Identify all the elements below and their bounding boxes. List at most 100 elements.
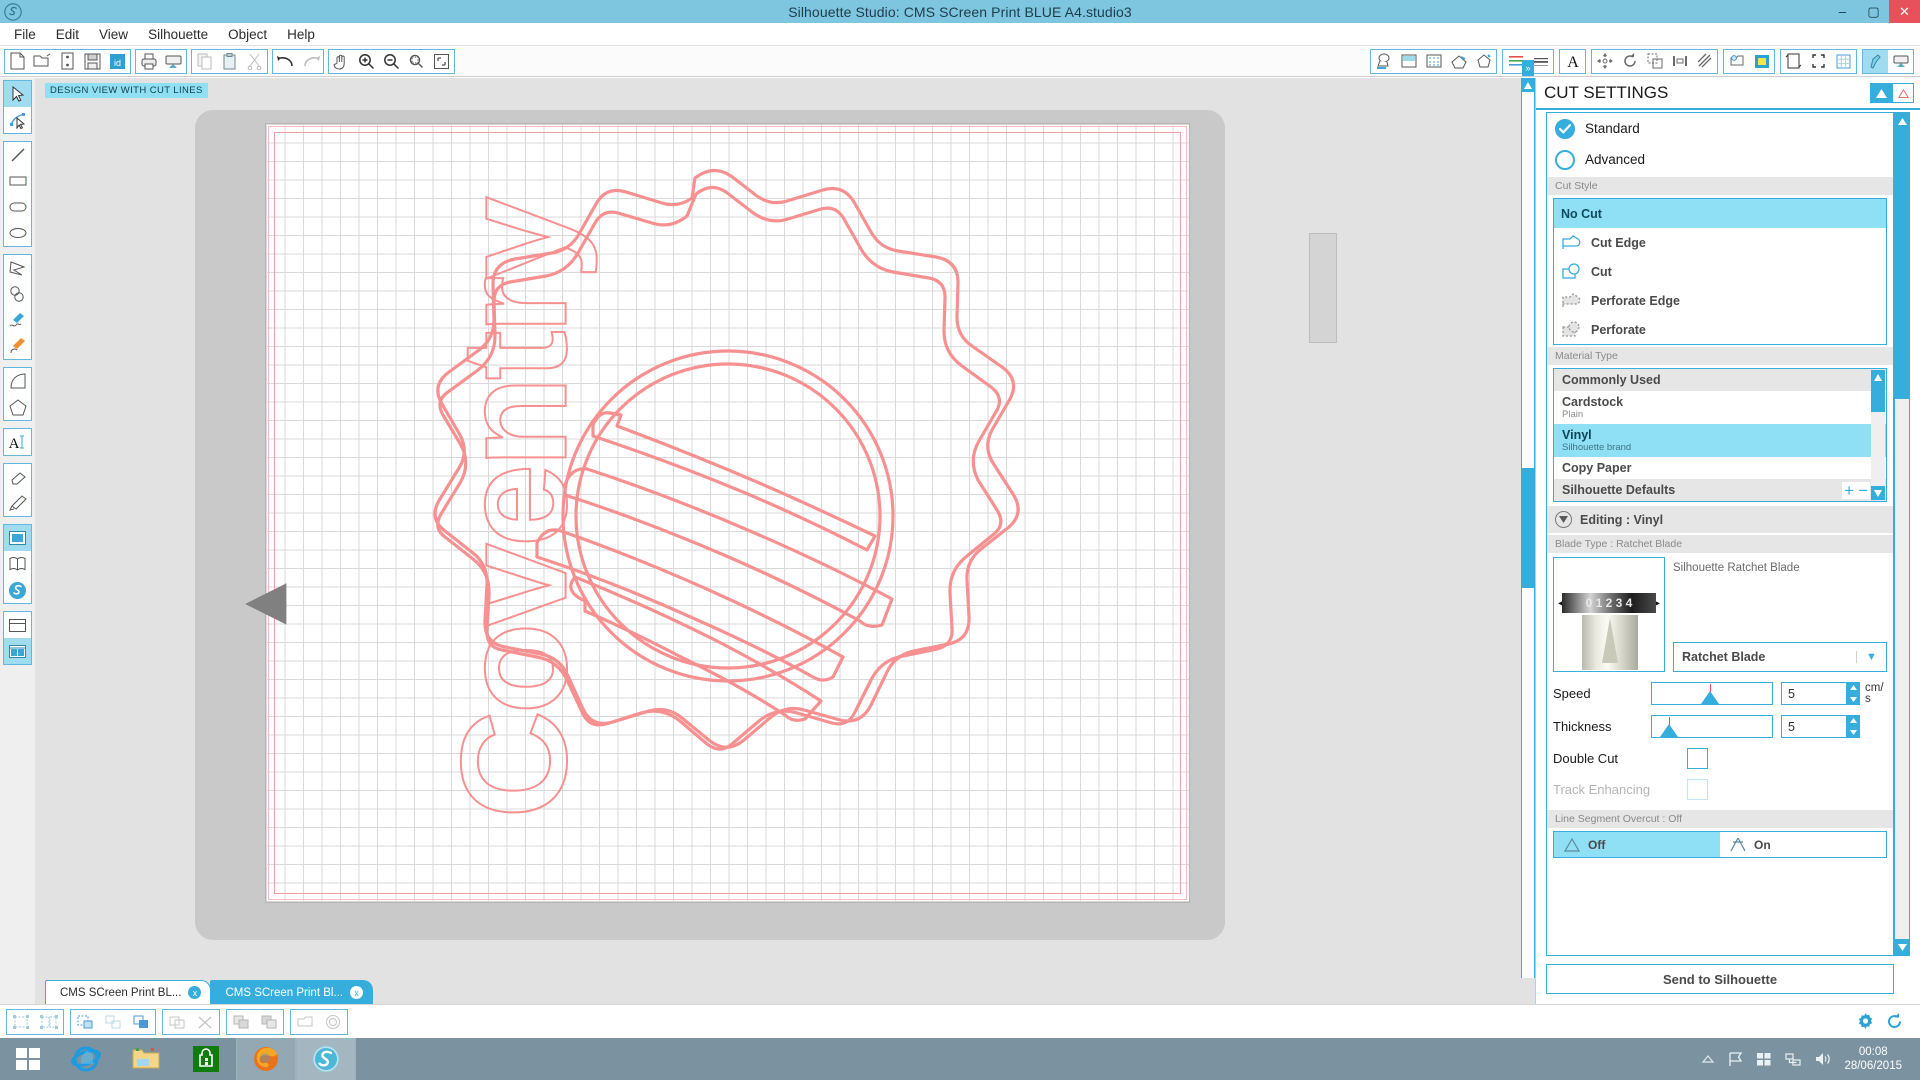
save-as-id-icon[interactable]: id (105, 50, 130, 73)
material-option-copy-paper[interactable]: Copy Paper (1554, 457, 1886, 479)
menu-object[interactable]: Object (218, 25, 277, 44)
page-setup-icon[interactable] (1781, 50, 1806, 73)
material-list-scrollbar[interactable] (1871, 370, 1885, 500)
send-backward-icon[interactable] (227, 1010, 255, 1034)
panel-scroll-thumb[interactable] (1895, 129, 1909, 399)
taskbar-clock[interactable]: 00:08 28/06/2015 (1844, 1045, 1910, 1073)
pan-hand-icon[interactable] (329, 50, 354, 73)
add-material-button[interactable]: + (1844, 482, 1854, 499)
blade-type-select[interactable]: Ratchet Blade ▼ (1673, 642, 1887, 672)
text-tool[interactable]: A (4, 429, 31, 455)
single-view-tool[interactable] (4, 612, 31, 638)
windows-store-icon[interactable] (176, 1038, 236, 1080)
advanced-radio[interactable] (1555, 150, 1575, 170)
rounded-rectangle-tool[interactable] (4, 194, 31, 220)
zoom-in-icon[interactable] (354, 50, 379, 73)
edit-points-tool[interactable] (4, 107, 31, 133)
zoom-out-icon[interactable] (379, 50, 404, 73)
paste-icon[interactable] (217, 50, 242, 73)
thickness-slider[interactable] (1651, 715, 1773, 738)
bring-to-front-icon[interactable] (127, 1010, 155, 1034)
transform-icon[interactable] (1592, 50, 1617, 73)
rotate-icon[interactable] (1617, 50, 1642, 73)
split-view-tool[interactable] (4, 638, 31, 664)
registration-marks-icon[interactable] (1806, 50, 1831, 73)
grid-icon[interactable] (1831, 50, 1856, 73)
knife-tool[interactable] (4, 490, 31, 516)
overcut-on-option[interactable]: On (1720, 832, 1886, 857)
vertical-scroll-thumb[interactable] (1522, 468, 1534, 588)
speed-slider[interactable] (1651, 682, 1773, 705)
thickness-increment-button[interactable] (1847, 715, 1860, 727)
smooth-freehand-tool[interactable] (4, 333, 31, 359)
design-page-tool[interactable] (4, 525, 31, 551)
menu-view[interactable]: View (89, 25, 138, 44)
align-icon[interactable] (1667, 50, 1692, 73)
document-tab-1-close-icon[interactable]: x (188, 986, 201, 999)
speed-spinner[interactable] (1847, 682, 1860, 705)
send-to-back-icon[interactable] (255, 1010, 283, 1034)
modify-icon[interactable] (1692, 50, 1717, 73)
volume-icon[interactable] (1814, 1051, 1831, 1067)
menu-edit[interactable]: Edit (46, 25, 89, 44)
line-color-icon[interactable] (1446, 50, 1471, 73)
fit-to-window-icon[interactable] (429, 50, 454, 73)
windows-start-icon[interactable] (0, 1038, 56, 1080)
store-tool[interactable] (4, 577, 31, 603)
remove-material-button[interactable]: − (1858, 482, 1868, 499)
cut-style-option-perforate[interactable]: Perforate (1554, 315, 1886, 344)
send-to-silhouette-icon[interactable] (161, 50, 186, 73)
chevron-down-icon[interactable]: ▼ (1856, 651, 1886, 663)
weld-icon[interactable] (163, 1010, 191, 1034)
line-tool[interactable] (4, 142, 31, 168)
new-document-icon[interactable] (5, 50, 30, 73)
trace-icon[interactable] (1749, 50, 1774, 73)
open-document-icon[interactable] (30, 50, 55, 73)
panel-vertical-scrollbar[interactable] (1894, 112, 1910, 956)
detach-panel-button[interactable] (1892, 83, 1914, 103)
internal-offset-icon[interactable] (319, 1010, 347, 1034)
collapse-right-panel-button[interactable]: » (1522, 60, 1534, 76)
sync-library-icon[interactable] (1885, 1012, 1904, 1031)
scroll-up-button[interactable] (1522, 78, 1534, 92)
document-tab-2[interactable]: CMS SCreen Print Bl... x (210, 980, 373, 1004)
material-scroll-up-button[interactable] (1871, 370, 1885, 384)
curve-tool[interactable] (4, 281, 31, 307)
ungroup-icon[interactable] (35, 1010, 63, 1034)
freehand-tool[interactable] (4, 307, 31, 333)
double-cut-checkbox[interactable] (1687, 748, 1708, 769)
cut-style-option-cut[interactable]: Cut (1554, 257, 1886, 286)
cut-style-option-perforate-edge[interactable]: Perforate Edge (1554, 286, 1886, 315)
overcut-off-option[interactable]: Off (1554, 832, 1720, 857)
internet-explorer-icon[interactable] (56, 1038, 116, 1080)
cut-settings-icon[interactable] (1863, 50, 1888, 73)
pattern-fill-icon[interactable] (1421, 50, 1446, 73)
rectangle-tool[interactable] (4, 168, 31, 194)
standard-mode-row[interactable]: Standard (1547, 113, 1893, 144)
minimize-button[interactable]: – (1827, 0, 1858, 23)
menu-help[interactable]: Help (277, 25, 325, 44)
send-to-silhouette-button[interactable]: Send to Silhouette (1546, 964, 1894, 994)
document-tab-1[interactable]: CMS SCreen Print BL... x (45, 980, 211, 1004)
canvas-vertical-scrollbar[interactable]: » (1521, 78, 1535, 1004)
copy-icon[interactable] (192, 50, 217, 73)
material-option-cardstock[interactable]: Cardstock Plain (1554, 391, 1886, 424)
windows-flag-icon[interactable] (1756, 1051, 1772, 1067)
undo-icon[interactable] (273, 50, 298, 73)
thickness-spinner[interactable] (1847, 715, 1860, 738)
line-style-icon[interactable] (1471, 50, 1496, 73)
network-icon[interactable] (1785, 1051, 1801, 1067)
editing-section-header[interactable]: Editing : Vinyl (1547, 506, 1893, 533)
select-tool[interactable] (4, 81, 31, 107)
menu-silhouette[interactable]: Silhouette (138, 25, 218, 44)
panel-scroll-up-button[interactable] (1895, 113, 1909, 129)
material-group-silhouette-defaults[interactable]: Silhouette Defaults (1554, 479, 1886, 501)
document-tab-2-close-icon[interactable]: x (350, 986, 363, 999)
standard-radio[interactable] (1555, 119, 1575, 139)
cut-style-option-cut-edge[interactable]: Cut Edge (1554, 228, 1886, 257)
design-canvas[interactable]: DESIGN VIEW WITH CUT LINES ◀ Coventry (35, 78, 1535, 1004)
regular-polygon-tool[interactable] (4, 394, 31, 420)
speed-decrement-button[interactable] (1847, 694, 1860, 706)
offset-icon[interactable] (1724, 50, 1749, 73)
redo-icon[interactable] (298, 50, 323, 73)
